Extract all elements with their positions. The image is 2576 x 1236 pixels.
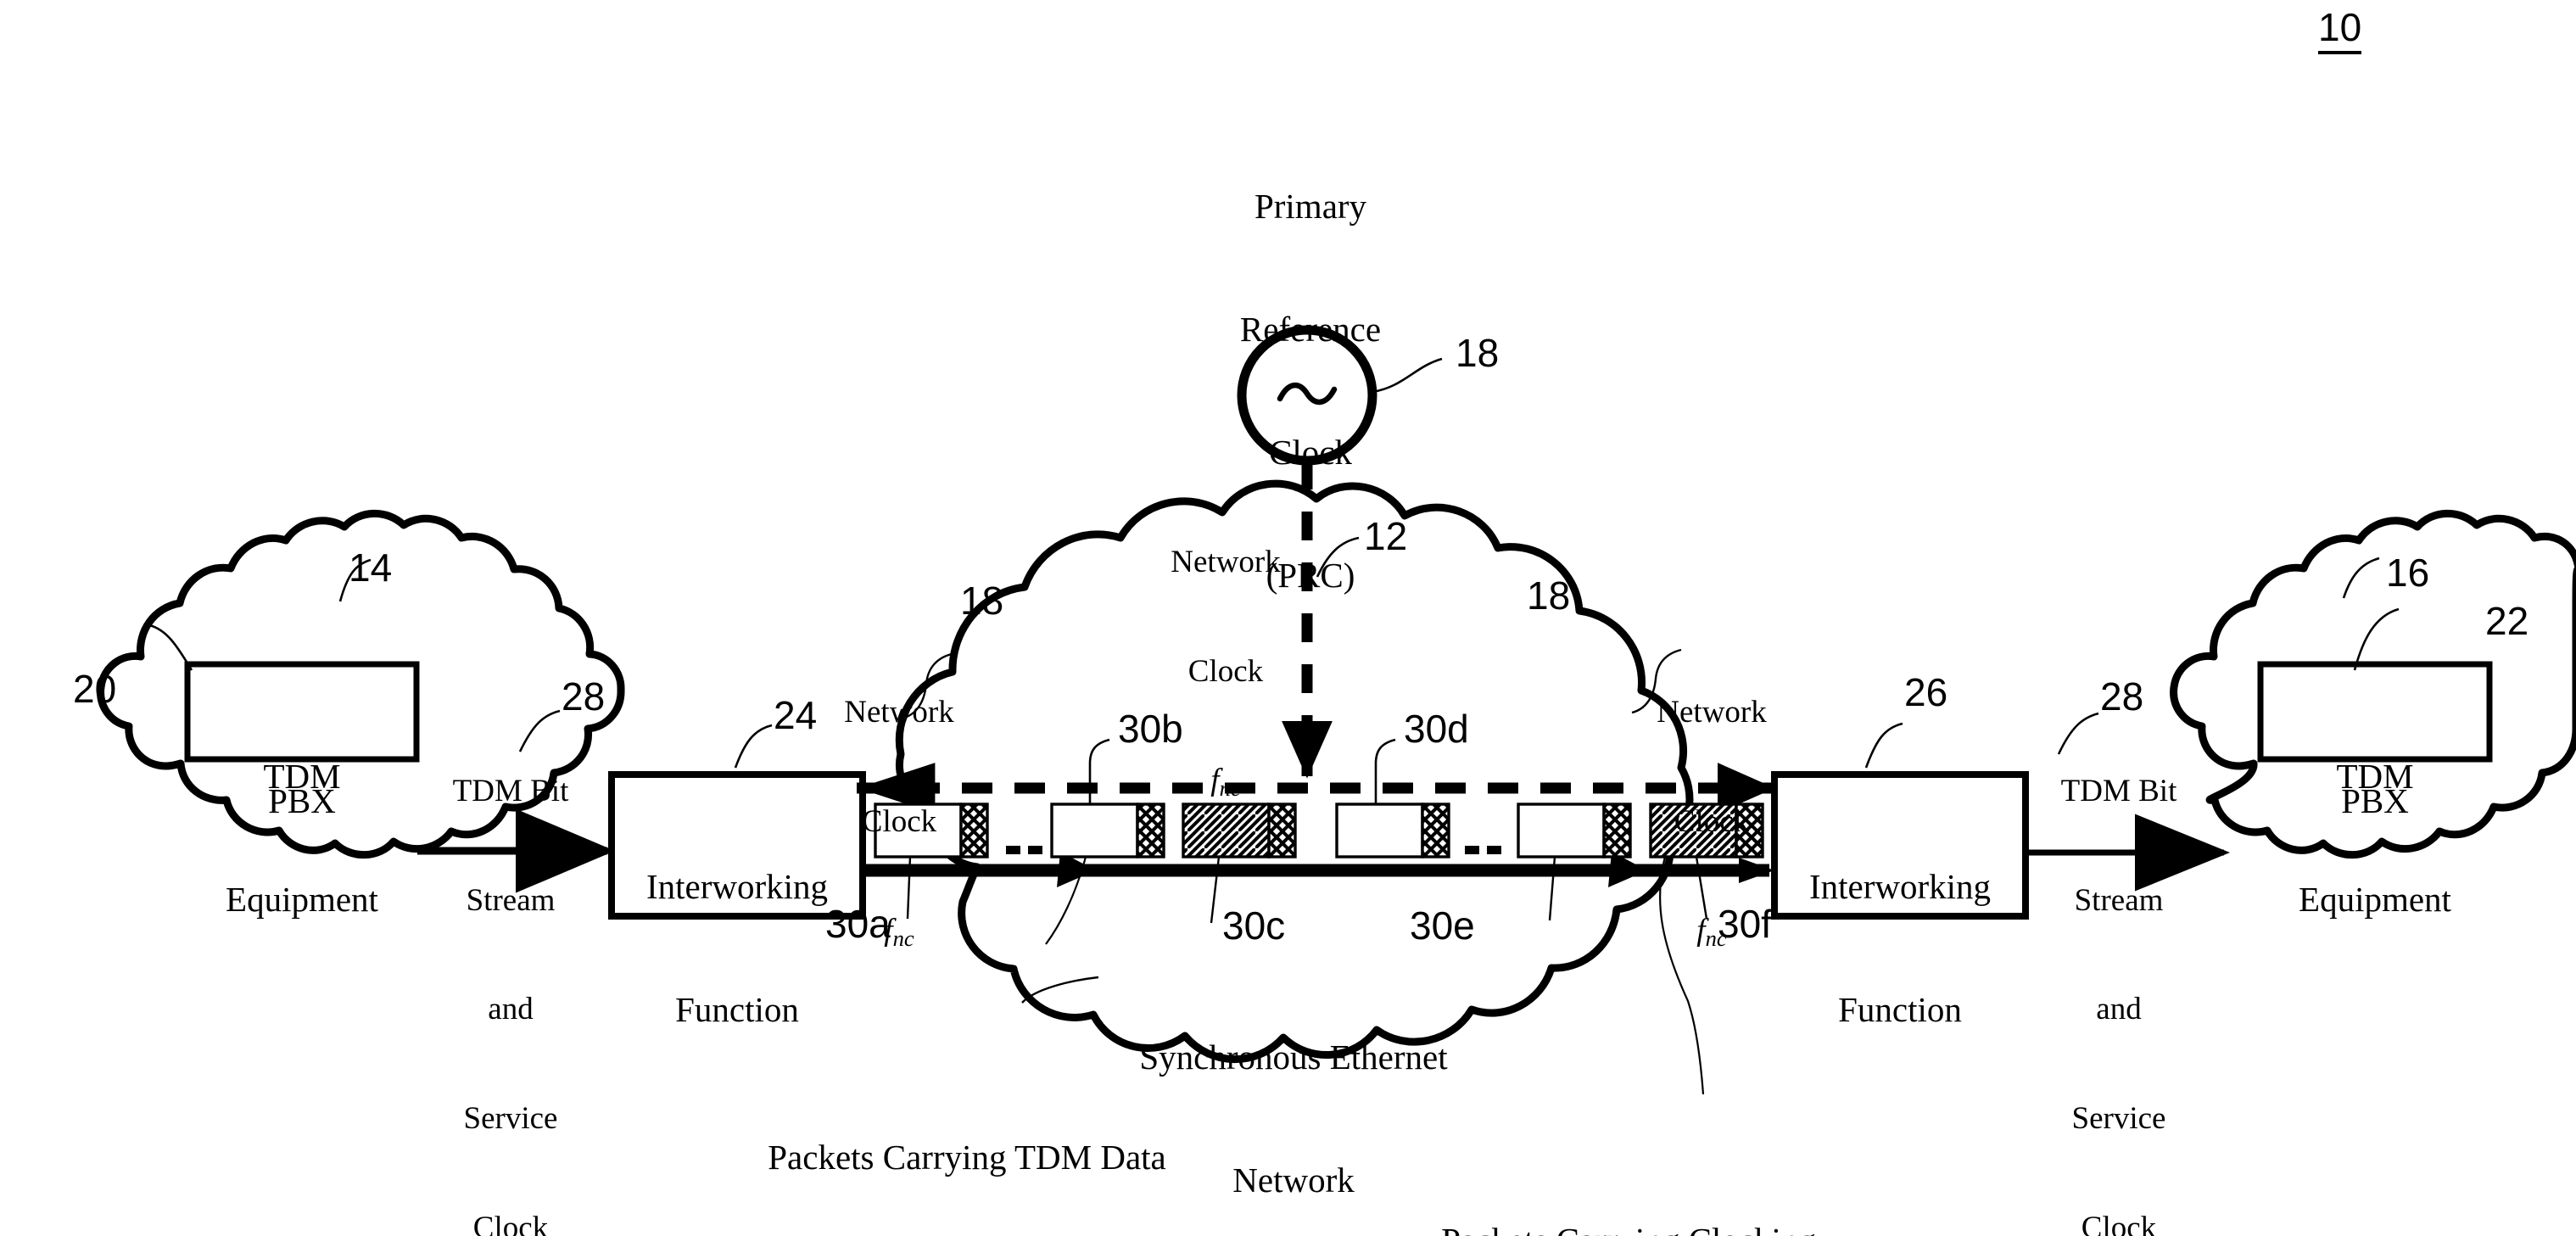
left-pbx-label: PBX [268, 781, 336, 820]
ref-12: 12 [1364, 514, 1408, 558]
ref-18-left: 18 [960, 579, 1004, 623]
left-flow-line5: Clock [472, 1210, 549, 1236]
right-flow-line1: TDM Bit [2060, 773, 2177, 808]
network-clock-right-line1: Network [1657, 694, 1767, 730]
packet-label-30e: 30e [1410, 903, 1475, 948]
right-flow-line2: Stream [2074, 882, 2164, 918]
left-tdm-line2: Equipment [226, 879, 378, 919]
packet-label-30d: 30d [1404, 707, 1469, 751]
right-tdm-line2: Equipment [2299, 879, 2451, 919]
right-flow-line4: Service [2071, 1100, 2166, 1136]
caption-tdm-data: Packets Carrying TDM Data [768, 1138, 1166, 1177]
right-flow-line5: Clock [2081, 1210, 2157, 1236]
left-flow-label: TDM Bit Stream and Service Clock fSC [426, 701, 595, 1236]
leader-line-24 [734, 724, 773, 769]
ref-28-right: 28 [2100, 674, 2144, 719]
network-clock-right-label: Network Clock fnc [1627, 622, 1796, 1025]
packet-label-30c: 30c [1222, 903, 1286, 948]
network-clock-top-freq: fnc [1210, 763, 1241, 802]
right-iwf-line2: Function [1838, 989, 1962, 1029]
ref-22: 22 [2485, 599, 2529, 643]
leader-line-26 [1864, 722, 1903, 769]
left-iwf-line1: Interworking [645, 866, 829, 906]
network-clock-right-line2: Clock [1674, 803, 1750, 839]
ref-14: 14 [349, 545, 393, 590]
caption-clocking: Packets Carrying Clocking Information [1374, 1137, 1883, 1236]
network-clock-left-line1: Network [844, 694, 954, 730]
right-tdm-equipment-label: TDM Equipment [2260, 674, 2489, 1002]
right-flow-line3: and [2096, 992, 2142, 1027]
prc-title-line1: Primary [1254, 186, 1367, 226]
right-flow-label: TDM Bit Stream and Service Clock fR ≈ fS… [2030, 701, 2208, 1236]
left-flow-line4: Service [463, 1100, 558, 1136]
ref-20: 20 [73, 667, 117, 711]
prc-title-line3: Clock [1269, 433, 1352, 472]
ref-18-prc: 18 [1456, 331, 1500, 375]
patent-figure: 10 Primary Reference Clock (PRC) 18 Netw… [0, 0, 2576, 1236]
figure-number: 10 [2318, 5, 2362, 55]
ref-26: 26 [1904, 670, 1948, 714]
ref-18-right: 18 [1527, 573, 1571, 618]
network-clock-top-line1: Network [1171, 544, 1281, 579]
prc-title-line2: Reference [1239, 309, 1382, 349]
left-iwf-label: Interworking Function [612, 784, 863, 1112]
ref-16: 16 [2386, 551, 2430, 595]
left-flow-line2: Stream [466, 882, 556, 918]
left-flow-line3: and [488, 992, 534, 1027]
caption-clocking-line1: Packets Carrying Clocking [1374, 1220, 1883, 1236]
ref-28-left: 28 [562, 674, 606, 719]
left-tdm-equipment-label: TDM Equipment [187, 674, 416, 1002]
network-clock-top-line2: Clock [1187, 653, 1264, 689]
packet-label-30b: 30b [1118, 707, 1183, 751]
left-flow-line1: TDM Bit [452, 773, 569, 808]
packet-label-30a: 30a [825, 902, 891, 946]
right-pbx-label: PBX [2341, 781, 2409, 820]
packet-label-30f: 30f [1718, 902, 1772, 946]
right-iwf-line1: Interworking [1808, 866, 1992, 906]
ref-24: 24 [774, 693, 818, 737]
network-clock-top-label: Network Clock fnc [1141, 472, 1310, 875]
left-iwf-line2: Function [675, 989, 799, 1029]
center-cloud-name-line1: Synchronous Ethernet [1139, 1037, 1448, 1077]
right-iwf-label: Interworking Function [1774, 784, 2026, 1112]
